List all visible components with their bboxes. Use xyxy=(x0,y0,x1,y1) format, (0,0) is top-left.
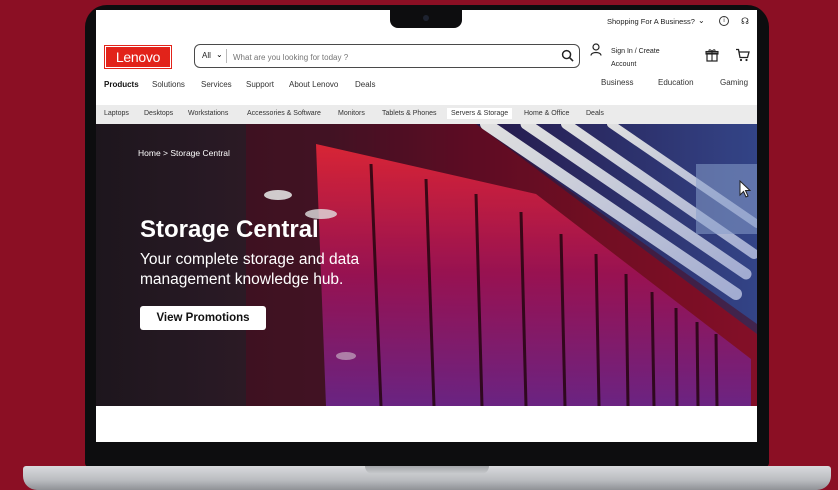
lenovo-logo[interactable]: Lenovo xyxy=(104,45,172,69)
user-icon[interactable] xyxy=(590,43,602,56)
laptop-base-notch xyxy=(365,466,489,474)
nav-products[interactable]: Products xyxy=(104,80,139,89)
headset-icon[interactable]: ☊ xyxy=(741,16,749,27)
nav-gaming[interactable]: Gaming xyxy=(720,78,748,87)
view-promotions-button[interactable]: View Promotions xyxy=(140,306,266,330)
nav-support[interactable]: Support xyxy=(246,80,274,89)
business-link[interactable]: Shopping For A Business? xyxy=(607,17,695,26)
cat-desktops[interactable]: Desktops xyxy=(144,110,173,117)
page-title: Storage Central xyxy=(140,216,319,243)
nav-solutions[interactable]: Solutions xyxy=(152,80,185,89)
mouse-cursor-icon xyxy=(739,180,751,198)
category-bar: Laptops Desktops Workstations Accessorie… xyxy=(96,105,757,124)
hero-subtitle: Your complete storage and data managemen… xyxy=(140,251,360,288)
breadcrumb[interactable]: Home > Storage Central xyxy=(138,148,230,158)
signin-link[interactable]: Sign In / Create Account xyxy=(611,45,671,71)
cat-servers-storage[interactable]: Servers & Storage xyxy=(447,108,513,119)
nav-about-lenovo[interactable]: About Lenovo xyxy=(289,80,338,89)
info-icon[interactable]: i xyxy=(719,16,729,26)
cat-tablets-phones[interactable]: Tablets & Phones xyxy=(382,110,436,117)
laptop-base xyxy=(23,466,831,490)
cat-monitors[interactable]: Monitors xyxy=(338,110,365,117)
search-bar[interactable]: All ⌄ xyxy=(194,44,580,68)
signin-line2[interactable]: Account xyxy=(611,58,671,71)
hero-banner: Home > Storage Central Storage Central Y… xyxy=(96,124,757,406)
search-icon[interactable] xyxy=(561,49,574,62)
browser-screen: Shopping For A Business? ⌄ i ☊ Lenovo Al… xyxy=(96,10,757,442)
nav-education[interactable]: Education xyxy=(658,78,694,87)
cart-icon[interactable] xyxy=(735,48,750,62)
signin-line1[interactable]: Sign In / Create xyxy=(611,45,671,58)
camera-icon xyxy=(423,15,429,21)
cat-home-office[interactable]: Home & Office xyxy=(524,110,569,117)
content-area xyxy=(96,406,757,442)
cat-deals[interactable]: Deals xyxy=(586,110,604,117)
search-input[interactable] xyxy=(231,48,555,66)
gift-icon[interactable] xyxy=(705,48,719,62)
search-divider xyxy=(226,49,227,63)
chevron-down-icon[interactable]: ⌄ xyxy=(698,16,705,25)
chevron-down-icon[interactable]: ⌄ xyxy=(216,50,223,59)
cat-laptops[interactable]: Laptops xyxy=(104,110,129,117)
nav-services[interactable]: Services xyxy=(201,80,232,89)
cat-workstations[interactable]: Workstations xyxy=(188,110,228,117)
nav-deals[interactable]: Deals xyxy=(355,80,375,89)
search-category-select[interactable]: All xyxy=(202,51,211,60)
nav-business[interactable]: Business xyxy=(601,78,633,87)
camera-notch xyxy=(390,10,462,28)
cat-accessories-software[interactable]: Accessories & Software xyxy=(247,110,321,117)
